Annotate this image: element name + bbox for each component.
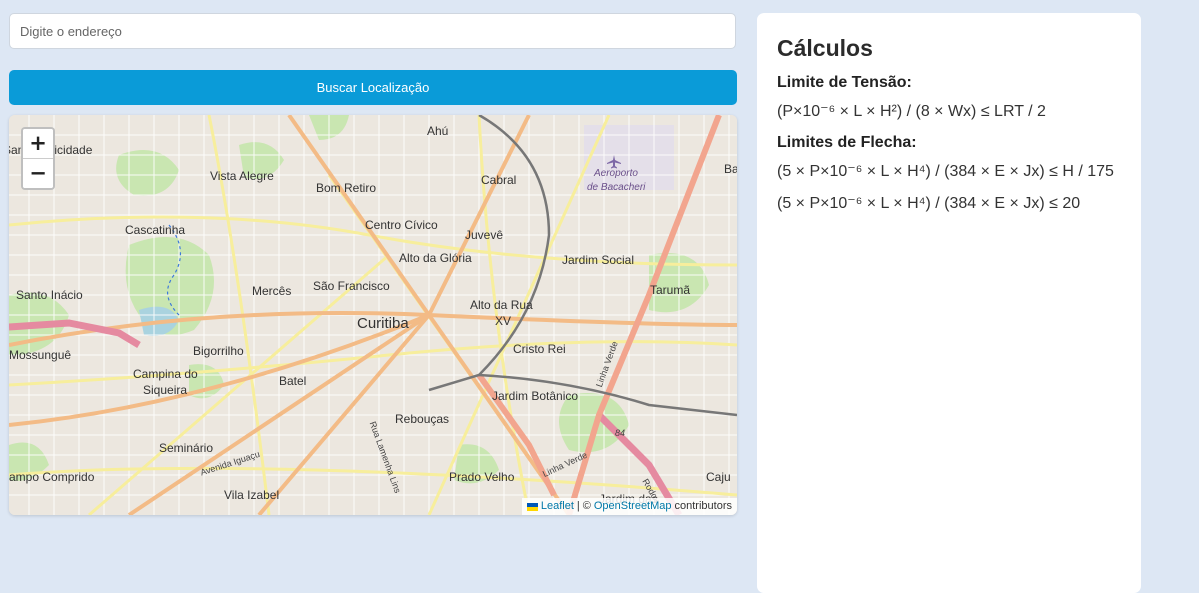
map-label: Vila Izabel <box>224 488 280 502</box>
map-label: Ahú <box>427 124 449 138</box>
map-label: Cristo Rei <box>513 342 566 356</box>
stress-limit-heading: Limite de Tensão: <box>777 74 912 91</box>
map-label: Santo Inácio <box>16 288 83 302</box>
map-label: Caju <box>706 470 731 484</box>
map-label: Mercês <box>252 284 292 298</box>
map-label: Tarumã <box>650 283 691 297</box>
map-label: Alto da Glória <box>399 251 472 265</box>
leaflet-link[interactable]: Leaflet <box>541 499 574 514</box>
airport-icon <box>607 155 621 169</box>
map-label: Jardim Botânico <box>492 389 579 403</box>
attribution-contributors: contributors <box>674 500 732 512</box>
map-label: Curitiba <box>357 315 409 332</box>
map-label: Siqueira <box>143 383 188 397</box>
map-label: Bigorrilho <box>193 344 244 358</box>
map-label: Juvevê <box>465 228 504 242</box>
map-label: Batel <box>279 374 307 388</box>
map-label: ampo Comprido <box>9 470 95 484</box>
map-label: 84 <box>615 428 626 438</box>
map[interactable]: Ahú Santa Felicidade Vista Alegre Bom Re… <box>9 115 737 515</box>
deflection-formula-1: (5 × P×10⁻⁶ × L × H⁴) / (384 × E × Jx) ≤… <box>777 163 1114 180</box>
map-label: Ba <box>724 162 737 176</box>
map-label: Jardim Social <box>562 253 635 267</box>
zoom-control: + − <box>21 127 55 190</box>
deflection-limits-heading: Limites de Flecha: <box>777 134 917 151</box>
deflection-formula-2: (5 × P×10⁻⁶ × L × H⁴) / (384 × E × Jx) ≤… <box>777 195 1081 212</box>
map-label: Cabral <box>481 173 517 187</box>
calculations-panel: Cálculos Limite de Tensão: (P×10⁻⁶ × L ×… <box>757 13 1141 593</box>
search-location-button[interactable]: Buscar Localização <box>9 70 737 105</box>
map-label: Bom Retiro <box>316 181 377 195</box>
map-label: Mossunguê <box>9 348 72 362</box>
map-label: Centro Cívico <box>365 218 438 232</box>
map-label: Rebouças <box>395 412 450 426</box>
map-label: Campina do <box>133 367 198 381</box>
map-label: Prado Velho <box>449 470 515 484</box>
map-label: Cascatinha <box>125 223 186 237</box>
attribution-copyright: © <box>582 500 591 512</box>
address-input[interactable] <box>9 13 736 49</box>
map-attribution: Leaflet | © OpenStreetMap contributors <box>521 498 737 515</box>
map-label: Vista Alegre <box>210 169 274 183</box>
map-label: São Francisco <box>313 279 390 293</box>
map-label: Alto da Rua <box>470 298 533 312</box>
panel-title: Cálculos <box>777 35 873 61</box>
map-label: XV <box>495 314 512 328</box>
map-label: Seminário <box>159 441 214 455</box>
attribution-separator: | <box>576 500 580 512</box>
map-label: de Bacacheri <box>587 182 646 193</box>
zoom-in-button[interactable]: + <box>23 129 53 158</box>
stress-limit-formula: (P×10⁻⁶ × L × H²) / (8 × Wx) ≤ LRT / 2 <box>777 103 1046 120</box>
openstreetmap-link[interactable]: OpenStreetMap <box>594 499 672 514</box>
zoom-out-button[interactable]: − <box>23 158 53 188</box>
ukraine-flag-icon <box>526 502 538 511</box>
